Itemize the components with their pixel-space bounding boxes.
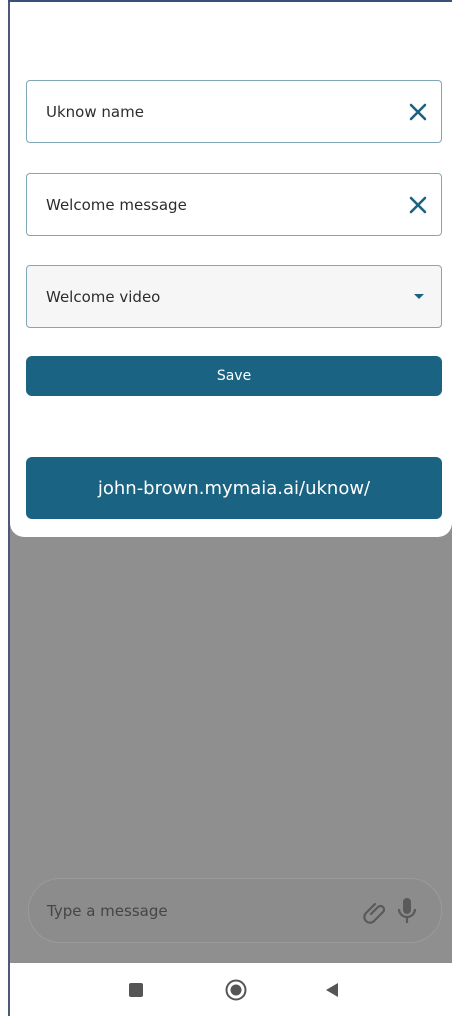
welcome-video-dropdown-toggle[interactable] bbox=[407, 285, 431, 309]
uknow-settings-sheet: Uknow name Welcome message Welcome video bbox=[10, 0, 452, 537]
paperclip-icon bbox=[363, 902, 386, 924]
system-navigation-bar bbox=[10, 963, 452, 1016]
microphone-button[interactable] bbox=[392, 894, 422, 928]
clear-uknow-name-button[interactable] bbox=[403, 97, 433, 127]
close-icon bbox=[409, 103, 427, 120]
caret-down-icon bbox=[414, 293, 424, 299]
uknow-name-field[interactable]: Uknow name bbox=[26, 80, 442, 143]
recents-square-icon bbox=[129, 982, 143, 997]
welcome-video-selected-value: Welcome video bbox=[46, 287, 161, 306]
welcome-message-field[interactable]: Welcome message bbox=[26, 173, 442, 236]
microphone-icon bbox=[397, 897, 417, 923]
home-button[interactable] bbox=[218, 972, 254, 1008]
welcome-message-input[interactable]: Welcome message bbox=[46, 196, 187, 214]
save-button[interactable]: Save bbox=[26, 356, 442, 396]
recents-button[interactable] bbox=[118, 972, 154, 1008]
clear-welcome-message-button[interactable] bbox=[403, 190, 433, 220]
attach-button[interactable] bbox=[359, 896, 389, 926]
home-circle-icon bbox=[225, 979, 247, 1000]
message-composer: Type a message bbox=[28, 878, 442, 943]
close-icon bbox=[409, 196, 427, 213]
message-input[interactable]: Type a message bbox=[47, 902, 168, 920]
uknow-link-button[interactable]: john-brown.mymaia.ai/uknow/ bbox=[26, 457, 442, 519]
screen: Uknow name Welcome message Welcome video bbox=[0, 0, 452, 1016]
welcome-video-select[interactable]: Welcome video bbox=[26, 265, 442, 328]
top-frame-border bbox=[8, 0, 452, 2]
back-triangle-icon bbox=[326, 982, 338, 997]
back-button[interactable] bbox=[314, 972, 350, 1008]
left-frame-border bbox=[8, 0, 10, 1016]
uknow-name-input[interactable]: Uknow name bbox=[46, 103, 144, 121]
